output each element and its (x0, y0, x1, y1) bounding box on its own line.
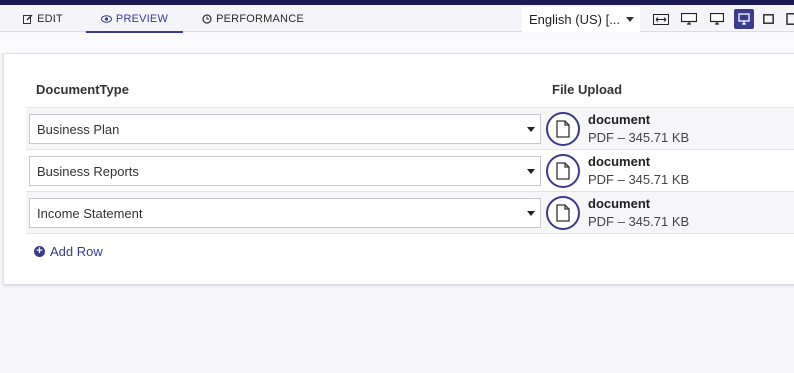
document-upload-panel: DocumentType File Upload Business Plan d… (3, 53, 794, 285)
column-header-file-upload: File Upload (552, 82, 623, 97)
document-type-value: Business Reports (37, 163, 139, 179)
tab-edit-label: EDIT (37, 12, 63, 25)
edit-icon (23, 14, 33, 24)
document-type-value: Business Plan (37, 121, 120, 137)
chevron-down-icon (527, 169, 535, 174)
add-row-label: Add Row (50, 244, 103, 259)
file-name[interactable]: document (588, 112, 650, 127)
plus-circle-icon: + (34, 246, 45, 257)
eye-icon (100, 14, 112, 23)
document-type-select[interactable]: Business Plan (29, 114, 541, 144)
file-icon[interactable] (546, 154, 580, 188)
file-meta: PDF – 345.71 KB (588, 130, 690, 145)
add-row-button[interactable]: + Add Row (34, 244, 103, 259)
monitor-icon[interactable] (734, 9, 754, 29)
clock-icon (202, 13, 212, 24)
tab-preview[interactable]: PREVIEW (86, 5, 183, 33)
file-meta: PDF – 345.71 KB (588, 172, 690, 187)
document-type-select[interactable]: Income Statement (29, 198, 541, 228)
tab-performance-label: PERFORMANCE (216, 12, 304, 25)
file-icon[interactable] (546, 196, 580, 230)
language-select-value: English (US) [... (529, 12, 621, 27)
desktop-large-icon[interactable] (679, 9, 699, 29)
desktop-icon[interactable] (707, 9, 727, 29)
tab-performance[interactable]: PERFORMANCE (200, 5, 306, 32)
tab-edit[interactable]: EDIT (14, 5, 72, 32)
chevron-down-icon (527, 127, 535, 132)
document-type-value: Income Statement (37, 205, 143, 221)
language-select[interactable]: English (US) [... (522, 7, 640, 32)
toolbar: EDIT PREVIEW PERFORMANCE English (US) [.… (0, 5, 794, 33)
file-icon[interactable] (546, 112, 580, 146)
fit-width-icon[interactable] (651, 9, 671, 29)
file-name[interactable]: document (588, 154, 650, 169)
file-meta: PDF – 345.71 KB (588, 214, 690, 229)
canvas-strip (0, 33, 794, 53)
column-header-document-type: DocumentType (36, 82, 129, 97)
tab-preview-label: PREVIEW (115, 12, 169, 25)
table-row: Income Statement document PDF – 345.71 K… (26, 192, 794, 234)
chevron-down-icon (626, 17, 634, 22)
file-name[interactable]: document (588, 196, 650, 211)
table-row: Business Reports document PDF – 345.71 K… (26, 150, 794, 192)
document-type-select[interactable]: Business Reports (29, 156, 541, 186)
tablet-portrait-icon[interactable] (786, 9, 794, 29)
chevron-down-icon (527, 211, 535, 216)
table-row: Business Plan document PDF – 345.71 KB (26, 108, 794, 150)
tablet-landscape-icon[interactable] (761, 9, 775, 29)
